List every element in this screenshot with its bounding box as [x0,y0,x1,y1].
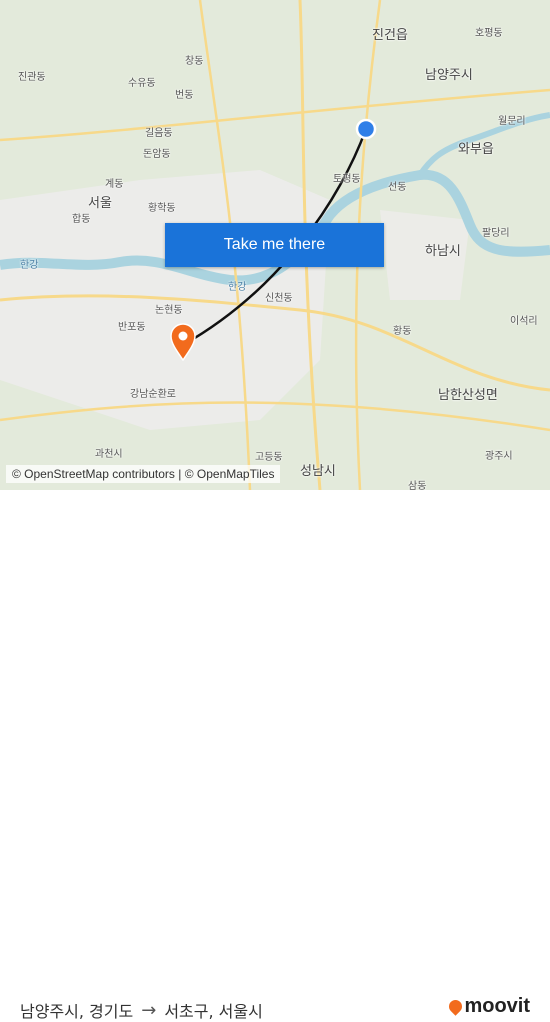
map-label: 와부읍 [458,142,494,157]
map-label: 이석리 [510,316,538,327]
moovit-logo[interactable]: moovit [446,995,530,1018]
map-label: 선동 [388,182,407,193]
footer: 남양주시, 경기도 → 서초구, 서울시 moovit [0,490,550,1021]
map-label: 남양주시 [425,68,473,83]
map-label: 진건읍 [372,28,408,43]
map-label: 토평동 [333,174,361,185]
map-label: 신천동 [265,293,293,304]
map-label: 황동 [393,326,412,337]
map-label: 돈암동 [143,149,171,160]
map-label: 반포동 [118,322,146,333]
map-label: 계동 [105,179,124,190]
map[interactable]: 진건읍 남양주시 와부읍 서울 하남시 남한산성면 성남시 한강 한강 수유동 … [0,0,550,490]
map-attribution[interactable]: © OpenStreetMap contributors | © OpenMap… [6,465,281,483]
route-summary: 남양주시, 경기도 → 서초구, 서울시 [20,998,263,1022]
map-label: 논현동 [155,305,183,316]
map-label: 광주시 [485,451,513,462]
moovit-pin-icon [446,997,466,1016]
map-label: 서울 [88,196,112,211]
map-label: 진관동 [18,72,46,83]
map-label: 성남시 [300,464,336,479]
map-label: 한강 [20,260,39,271]
map-label: 고등동 [255,452,283,463]
map-label: 창동 [185,56,204,67]
moovit-logo-text: moovit [464,995,530,1017]
arrow-right-icon: → [141,999,157,1021]
map-label: 합동 [72,214,91,225]
map-label: 남한산성면 [438,388,498,403]
map-label: 수유동 [128,78,156,89]
map-label: 팔당리 [482,228,510,239]
origin-marker[interactable] [355,118,377,140]
map-label: 한강 [228,282,247,293]
map-label: 하남시 [425,244,461,259]
map-label: 강남순환로 [130,389,176,400]
map-label: 호평동 [475,28,503,39]
destination-label: 서초구, 서울시 [164,1002,263,1021]
map-label: 삼동 [408,481,427,490]
map-label: 번동 [175,90,194,101]
map-label: 과천시 [95,449,123,460]
map-label: 길음동 [145,128,173,139]
map-label: 월문리 [498,116,526,127]
origin-label: 남양주시, 경기도 [20,1002,134,1021]
take-me-there-button[interactable]: Take me there [165,223,384,267]
map-label: 황학동 [148,203,176,214]
